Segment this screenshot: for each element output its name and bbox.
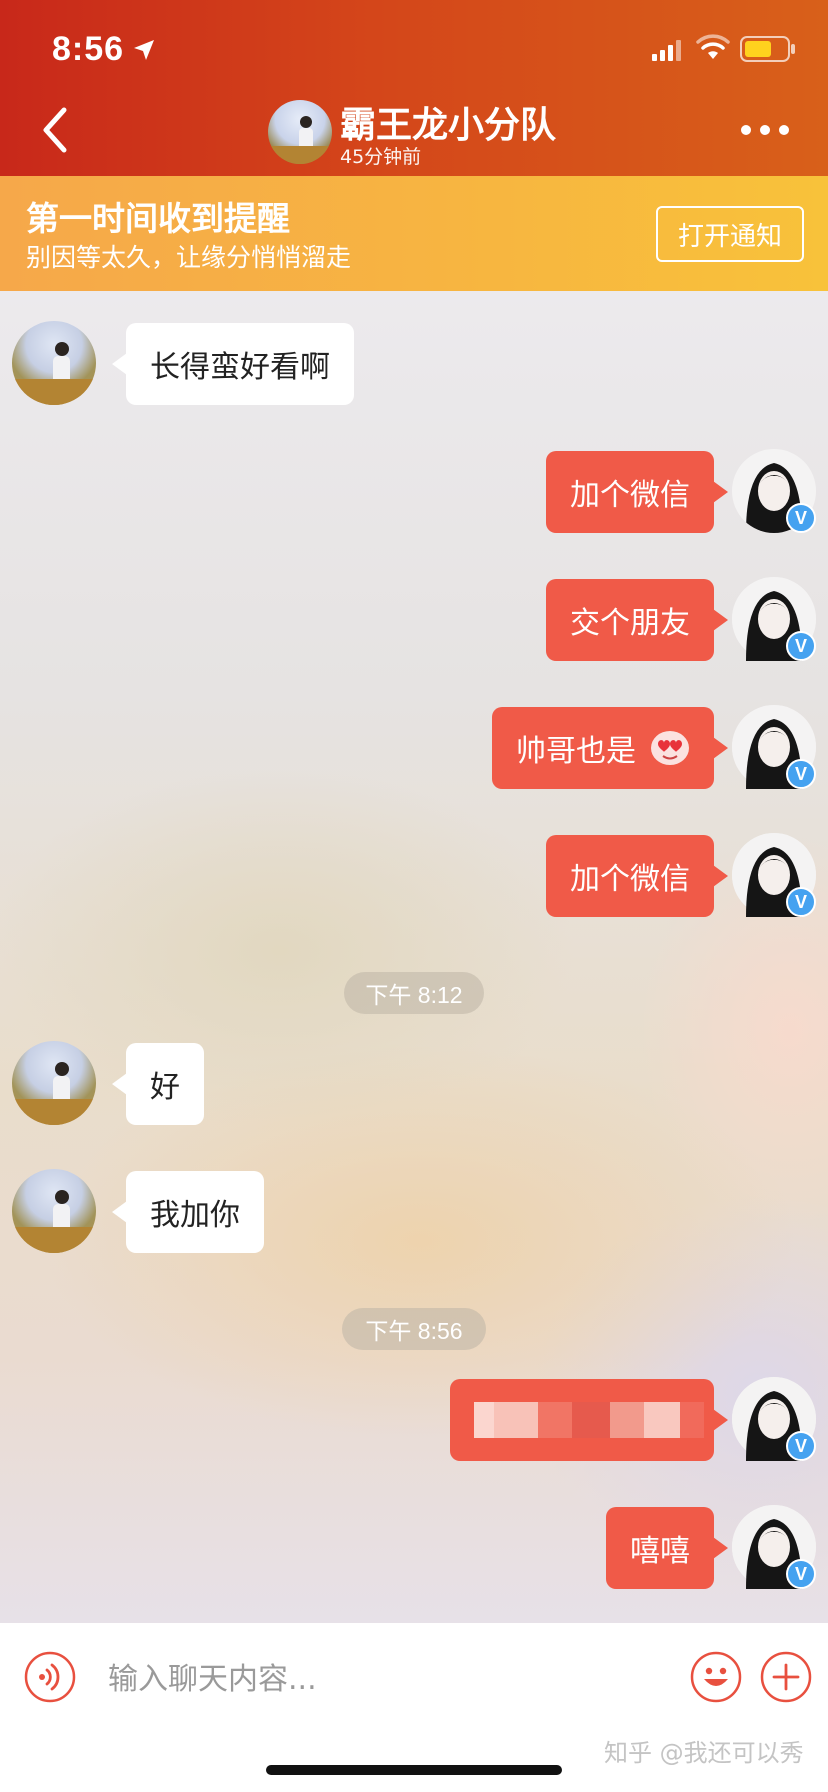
message-text: 帅哥也是 [516,734,636,769]
person-figure-icon [12,1062,96,1125]
message-input[interactable] [108,1653,668,1705]
back-arrow-icon[interactable] [36,106,76,154]
notification-banner: 第一时间收到提醒 别因等太久，让缘分悄悄溜走 打开通知 [0,176,828,291]
my-avatar[interactable]: V [732,1505,816,1589]
outgoing-message-bubble[interactable]: 加个微信 [546,835,728,917]
signal-icon [652,40,681,61]
status-time: 8:56 [52,30,125,68]
chat-header: 8:56 霸王龙小分队 45分钟前 [0,0,828,176]
banner-title: 第一时间收到提醒 [26,199,290,238]
my-avatar[interactable]: V [732,1377,816,1461]
my-avatar[interactable]: V [732,449,816,533]
contact-avatar[interactable] [12,1169,96,1253]
voice-icon[interactable] [24,1651,76,1703]
plus-icon[interactable] [760,1651,812,1703]
outgoing-message-bubble[interactable]: 帅哥也是 [492,707,728,789]
person-figure-icon [12,1190,96,1253]
outgoing-message-bubble[interactable]: 交个朋友 [546,579,728,661]
outgoing-message-bubble[interactable]: 嘻嘻 [606,1507,728,1589]
battery-icon [740,36,795,62]
message-timestamp: 下午 8:12 [344,972,484,1014]
emoji-icon[interactable] [690,1651,742,1703]
my-avatar[interactable]: V [732,705,816,789]
open-notification-button[interactable]: 打开通知 [656,206,804,262]
last-active-time: 45分钟前 [340,146,422,168]
contact-avatar[interactable] [12,321,96,405]
incoming-message-bubble[interactable]: 好 [112,1043,204,1125]
verified-badge: V [786,503,816,533]
heart-eyes-emoji-icon [651,731,689,765]
message-input-bar: 知乎 @我还可以秀 [0,1623,828,1792]
incoming-message-bubble[interactable]: 长得蛮好看啊 [112,323,354,405]
verified-badge: V [786,631,816,661]
chat-message-list[interactable]: 长得蛮好看啊 加个微信 V 交个朋友 V 帅哥也是 V 加个微信 V 下午 8:… [0,291,828,1623]
outgoing-message-bubble-blurred[interactable] [450,1379,728,1461]
home-indicator[interactable] [266,1765,562,1775]
incoming-message-bubble[interactable]: 我加你 [112,1171,264,1253]
location-arrow-icon [134,40,154,60]
contact-avatar[interactable] [12,1041,96,1125]
person-figure-icon [12,342,96,405]
my-avatar[interactable]: V [732,577,816,661]
verified-badge: V [786,1431,816,1461]
more-dots-icon[interactable] [740,124,790,136]
wifi-icon [696,34,730,59]
verified-badge: V [786,887,816,917]
banner-subtitle: 别因等太久，让缘分悄悄溜走 [26,243,352,272]
watermark-text: 知乎 @我还可以秀 [604,1739,804,1767]
outgoing-message-bubble[interactable]: 加个微信 [546,451,728,533]
blurred-content [474,1402,704,1438]
message-timestamp: 下午 8:56 [342,1308,486,1350]
verified-badge: V [786,759,816,789]
verified-badge: V [786,1559,816,1589]
my-avatar[interactable]: V [732,833,816,917]
contact-avatar[interactable] [268,100,332,164]
person-figure-icon [268,116,332,164]
contact-name: 霸王龙小分队 [340,105,557,146]
